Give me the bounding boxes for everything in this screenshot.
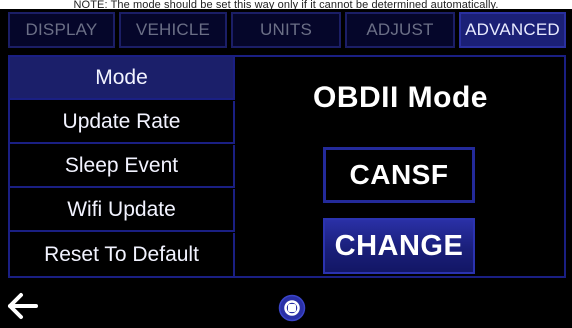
menu-item-sleep-event[interactable]: Sleep Event xyxy=(10,145,235,188)
menu-item-reset-to-default[interactable]: Reset To Default xyxy=(10,233,235,276)
mode-value-display: CANSF xyxy=(323,147,475,203)
device-screen: DISPLAY VEHICLE UNITS ADJUST ADVANCED Mo… xyxy=(0,9,572,328)
tab-advanced[interactable]: ADVANCED xyxy=(459,12,566,48)
tab-bar: DISPLAY VEHICLE UNITS ADJUST ADVANCED xyxy=(8,12,566,48)
tab-display[interactable]: DISPLAY xyxy=(8,12,115,48)
home-circle-icon[interactable] xyxy=(278,294,306,322)
tab-units[interactable]: UNITS xyxy=(231,12,341,48)
tab-adjust[interactable]: ADJUST xyxy=(345,12,455,48)
tab-vehicle[interactable]: VEHICLE xyxy=(119,12,227,48)
settings-panel: Mode Update Rate Sleep Event Wifi Update… xyxy=(8,55,566,278)
settings-menu: Mode Update Rate Sleep Event Wifi Update… xyxy=(10,57,235,276)
menu-item-wifi-update[interactable]: Wifi Update xyxy=(10,189,235,232)
menu-item-update-rate[interactable]: Update Rate xyxy=(10,101,235,144)
mode-title: OBDII Mode xyxy=(313,81,488,114)
menu-item-mode[interactable]: Mode xyxy=(10,57,235,100)
mode-content: OBDII Mode CANSF CHANGE xyxy=(237,57,564,276)
back-arrow-icon[interactable] xyxy=(6,291,40,321)
change-button[interactable]: CHANGE xyxy=(323,218,475,274)
